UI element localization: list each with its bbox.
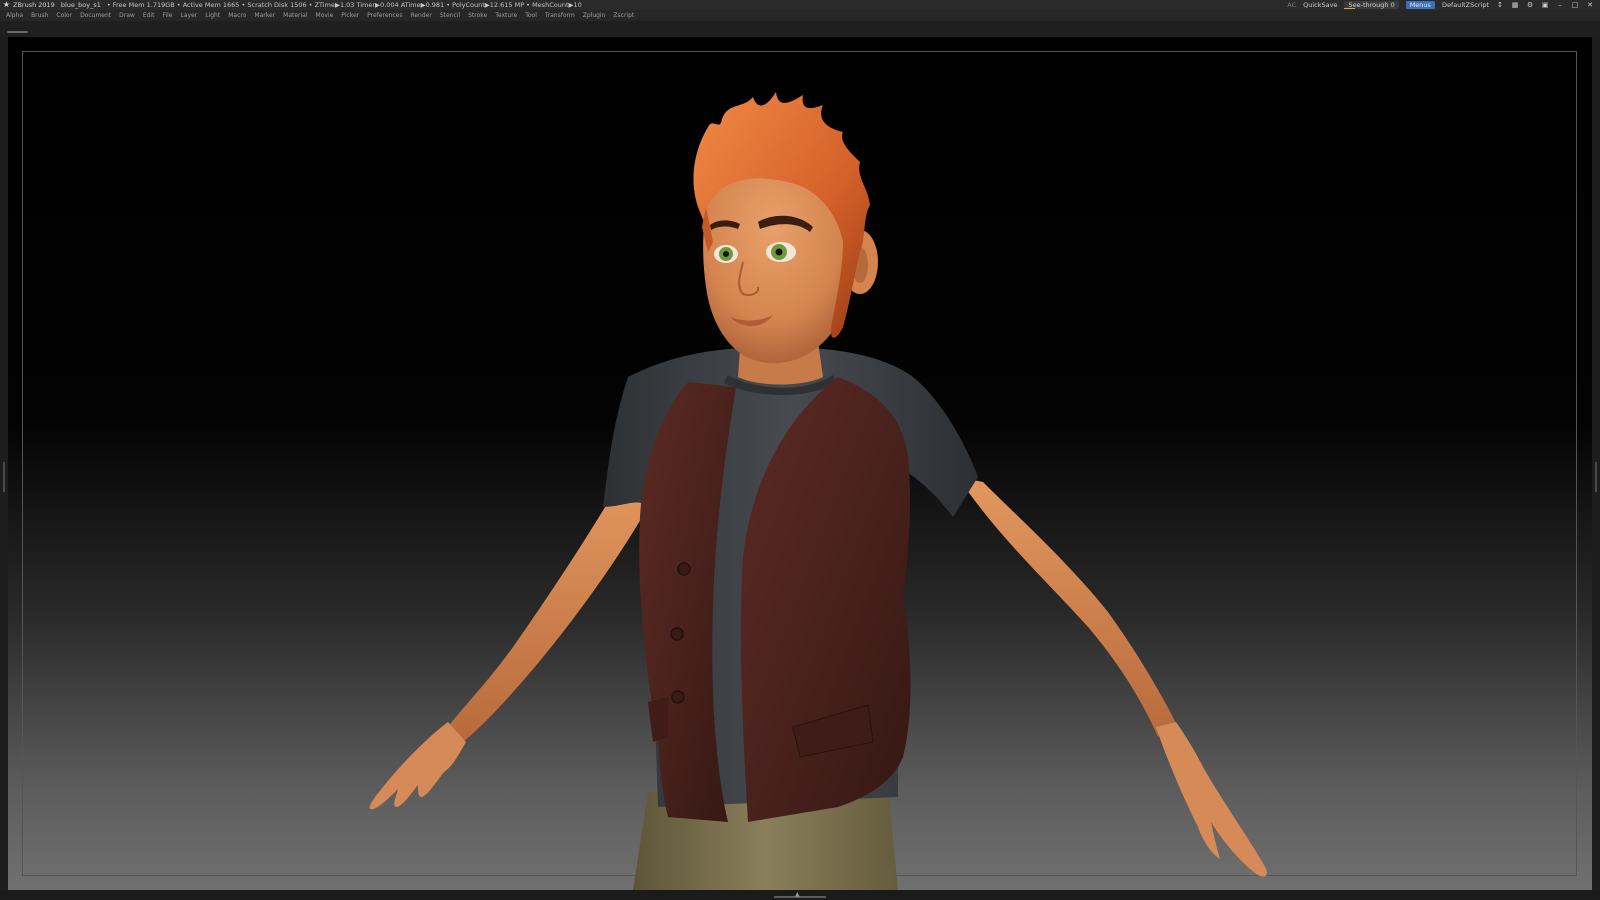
lock-icon[interactable]: ▣ bbox=[1541, 1, 1549, 9]
menu-stroke[interactable]: Stroke bbox=[468, 10, 487, 21]
character-sculpt[interactable] bbox=[8, 37, 1592, 890]
menu-color[interactable]: Color bbox=[56, 10, 72, 21]
left-hand bbox=[369, 722, 466, 810]
vest-button-1 bbox=[677, 562, 691, 576]
layout-icon[interactable]: ↕ bbox=[1496, 1, 1504, 9]
see-through-fill bbox=[1344, 8, 1356, 9]
see-through-value: 0 bbox=[1390, 1, 1395, 9]
menu-layer[interactable]: Layer bbox=[181, 10, 198, 21]
bottom-tray: ▲ bbox=[0, 890, 1600, 900]
right-tray bbox=[1592, 37, 1600, 890]
right-hand bbox=[1156, 722, 1267, 877]
menu-marker[interactable]: Marker bbox=[254, 10, 275, 21]
settings-icon[interactable]: ⚙ bbox=[1526, 1, 1534, 9]
ac-button[interactable]: AC bbox=[1287, 0, 1296, 10]
menu-brush[interactable]: Brush bbox=[31, 10, 48, 21]
menu-draw[interactable]: Draw bbox=[119, 10, 135, 21]
menu-macro[interactable]: Macro bbox=[228, 10, 246, 21]
memory-stats: • Free Mem 1.719GB • Active Mem 1665 • S… bbox=[106, 1, 582, 9]
menu-edit[interactable]: Edit bbox=[143, 10, 155, 21]
menu-preferences[interactable]: Preferences bbox=[367, 10, 402, 21]
palette-icon[interactable]: ▦ bbox=[1511, 1, 1519, 9]
vest-button-3 bbox=[671, 690, 685, 704]
top-shelf bbox=[0, 21, 1600, 37]
zbrush-window: ★ ZBrush 2019 blue_boy_s1 • Free Mem 1.7… bbox=[0, 0, 1600, 900]
see-through-slider[interactable]: See-through 0 bbox=[1344, 1, 1399, 9]
quicksave-button[interactable]: QuickSave bbox=[1303, 0, 1337, 10]
chevron-up-icon[interactable]: ▲ bbox=[795, 891, 800, 898]
left-tray-grip[interactable] bbox=[3, 462, 5, 492]
menu-document[interactable]: Document bbox=[80, 10, 111, 21]
app-name: ZBrush 2019 bbox=[13, 1, 55, 9]
vest-button-2 bbox=[670, 627, 684, 641]
bottom-tray-grip[interactable] bbox=[774, 896, 826, 898]
document-name: blue_boy_s1 bbox=[60, 1, 101, 9]
menu-zscript[interactable]: Zscript bbox=[613, 10, 634, 21]
right-tray-grip[interactable] bbox=[1595, 462, 1597, 492]
right-pupil bbox=[775, 248, 783, 256]
menu-picker[interactable]: Picker bbox=[341, 10, 359, 21]
menu-zplugin[interactable]: Zplugin bbox=[583, 10, 606, 21]
vest-pocket-left bbox=[648, 697, 668, 742]
close-icon[interactable]: ✕ bbox=[1586, 1, 1594, 9]
left-arm bbox=[448, 477, 648, 742]
menu-file[interactable]: File bbox=[162, 10, 172, 21]
menu-tool[interactable]: Tool bbox=[525, 10, 537, 21]
menu-light[interactable]: Light bbox=[205, 10, 220, 21]
menu-alpha[interactable]: Alpha bbox=[6, 10, 23, 21]
menu-render[interactable]: Render bbox=[410, 10, 431, 21]
menus-toggle[interactable]: Menus bbox=[1405, 1, 1435, 9]
menu-stencil[interactable]: Stencil bbox=[440, 10, 460, 21]
maximize-icon[interactable]: □ bbox=[1571, 1, 1579, 9]
menu-transform[interactable]: Transform bbox=[545, 10, 575, 21]
zbrush-logo-icon: ★ bbox=[2, 0, 11, 9]
title-bar: ★ ZBrush 2019 blue_boy_s1 • Free Mem 1.7… bbox=[0, 0, 1600, 10]
right-arm bbox=[958, 477, 1178, 737]
menu-movie[interactable]: Movie bbox=[316, 10, 334, 21]
main-menu-bar: Alpha Brush Color Document Draw Edit Fil… bbox=[0, 10, 1600, 21]
default-zscript-button[interactable]: DefaultZScript bbox=[1442, 0, 1489, 10]
left-tray bbox=[0, 37, 8, 890]
left-pupil bbox=[723, 251, 729, 257]
menu-material[interactable]: Material bbox=[283, 10, 307, 21]
shelf-drag-handle[interactable] bbox=[7, 31, 28, 33]
menu-texture[interactable]: Texture bbox=[495, 10, 517, 21]
document-canvas[interactable] bbox=[8, 37, 1592, 890]
minimize-icon[interactable]: – bbox=[1556, 1, 1564, 9]
title-bar-controls: AC QuickSave See-through 0 Menus Default… bbox=[1287, 0, 1594, 10]
